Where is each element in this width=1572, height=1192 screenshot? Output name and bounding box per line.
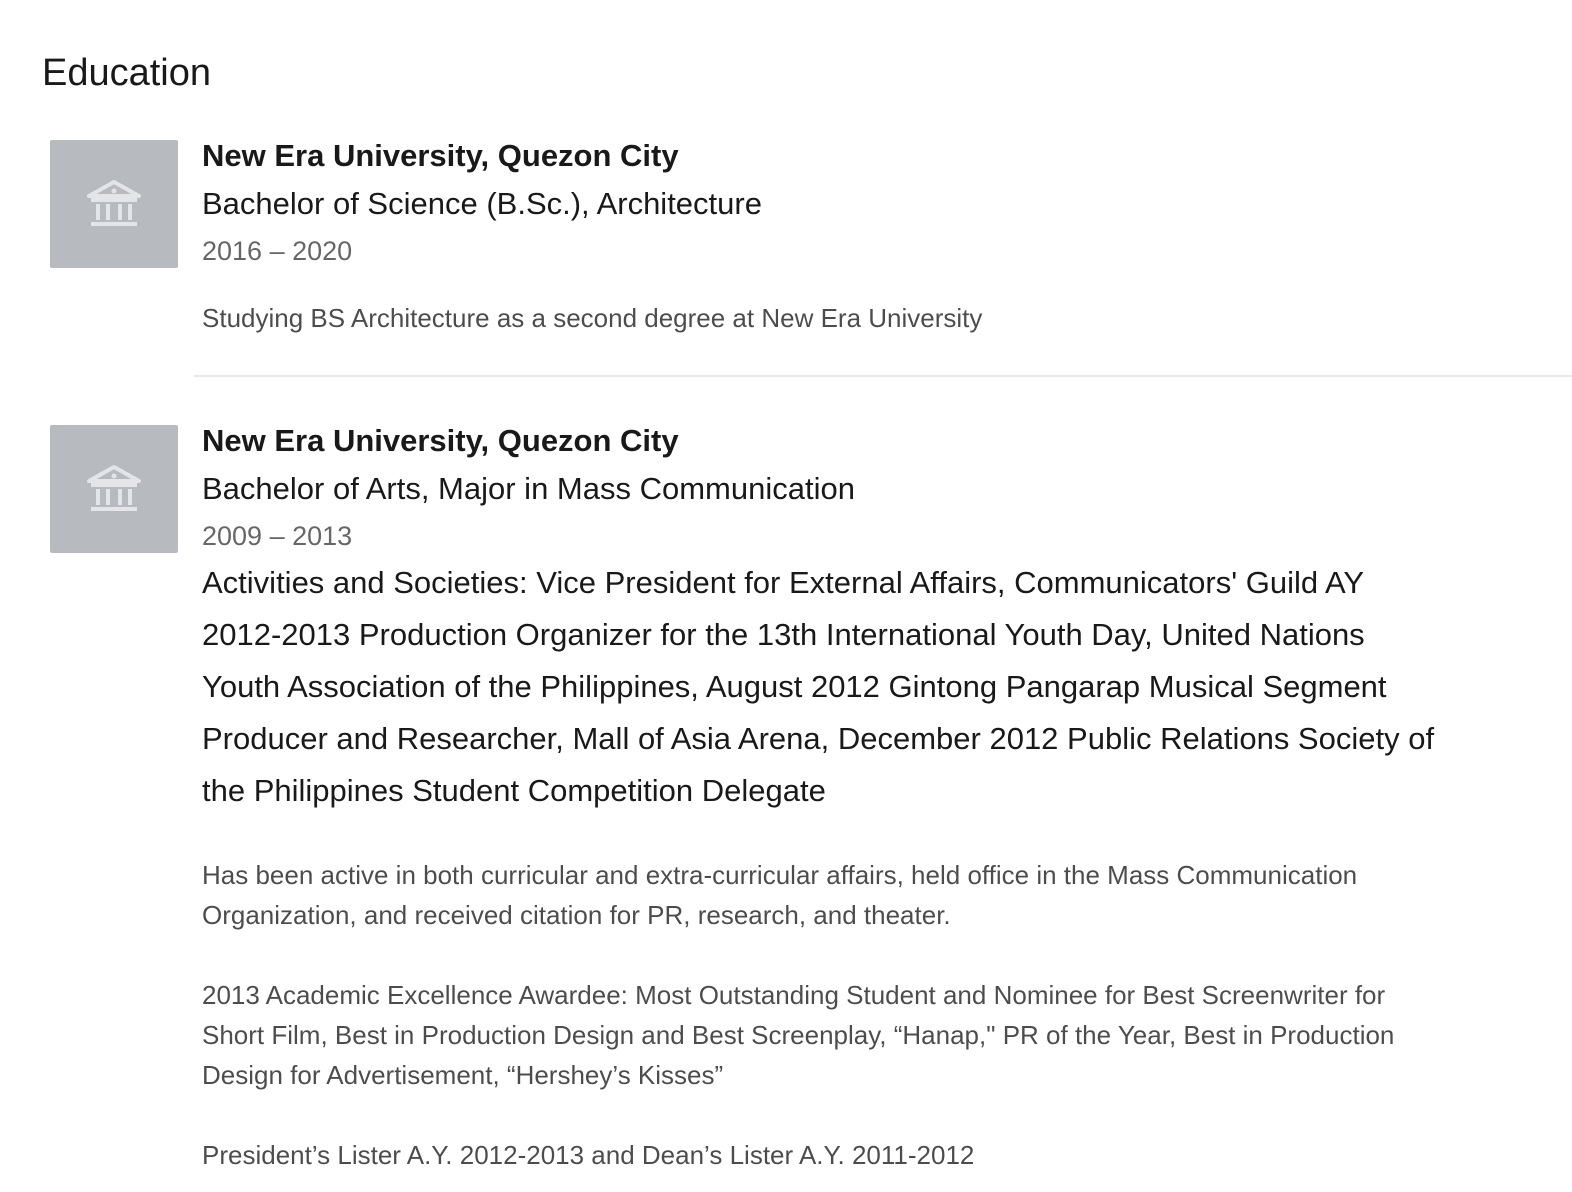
institution-icon (87, 465, 141, 511)
activities-and-societies: Activities and Societies: Vice President… (202, 565, 1435, 808)
school-name: New Era University, Quezon City (202, 138, 679, 173)
degree-name: Bachelor of Arts, Major in Mass Communic… (202, 471, 855, 506)
degree-name: Bachelor of Science (B.Sc.), Architectur… (202, 186, 762, 221)
entry-description: Studying BS Architecture as a second deg… (202, 303, 983, 333)
school-logo[interactable] (50, 425, 178, 553)
school-name-link[interactable]: New Era University, Quezon City (202, 417, 1552, 465)
school-name-link[interactable]: New Era University, Quezon City (202, 132, 1552, 180)
entry-description: 2013 Academic Excellence Awardee: Most O… (202, 980, 1395, 1090)
section-title: Education (42, 52, 212, 94)
entry-divider (194, 375, 1572, 377)
entry-description: Has been active in both curricular and e… (202, 860, 1358, 930)
institution-icon (87, 180, 141, 226)
school-name: New Era University, Quezon City (202, 423, 679, 458)
education-entry: New Era University, Quezon City Bachelor… (202, 417, 1552, 1175)
education-entry: New Era University, Quezon City Bachelor… (202, 132, 1552, 338)
date-range: 2009 – 2013 (202, 521, 353, 551)
school-logo[interactable] (50, 140, 178, 268)
entry-description: President’s Lister A.Y. 2012-2013 and De… (202, 1140, 975, 1170)
date-range: 2016 – 2020 (202, 236, 353, 266)
